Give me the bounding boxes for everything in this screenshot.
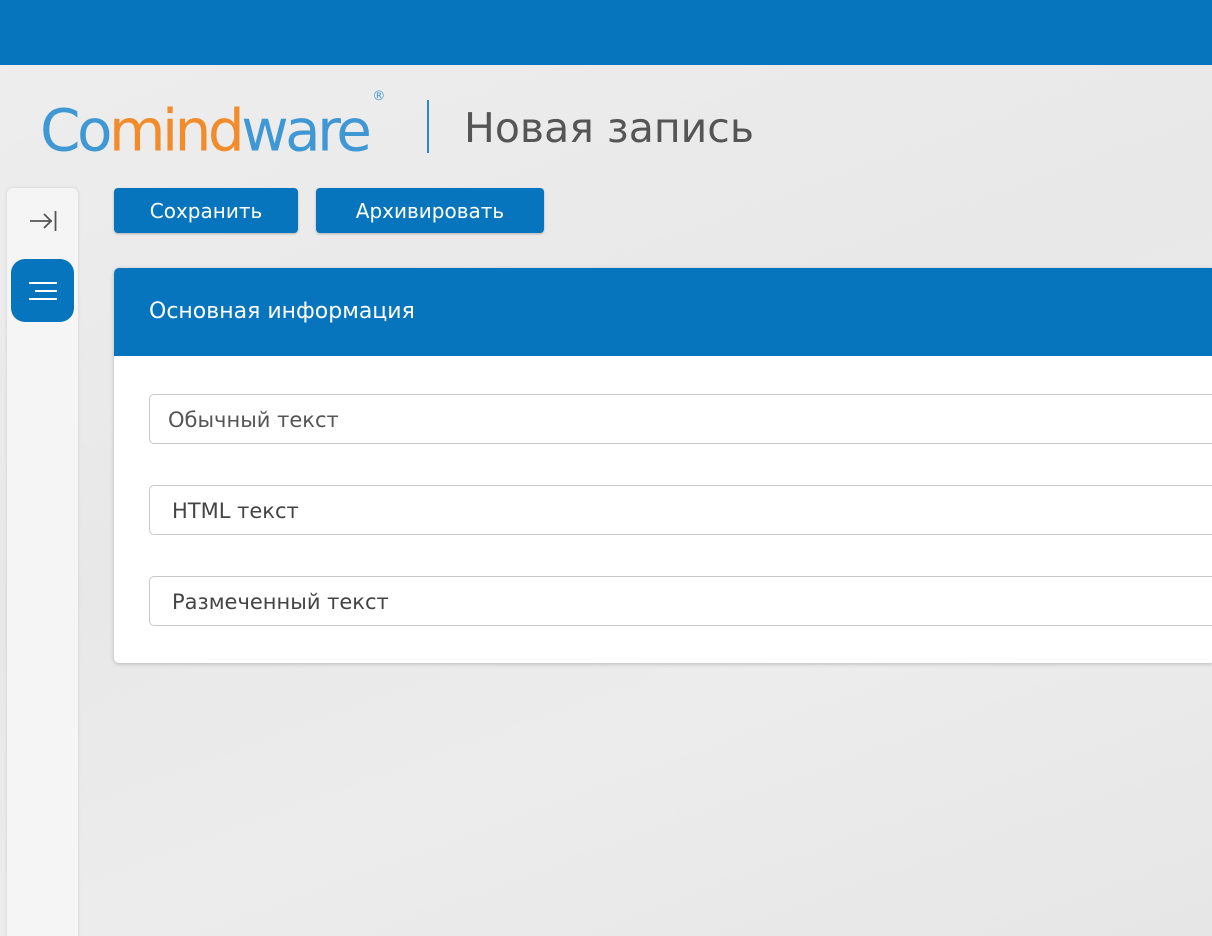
field-label: HTML текст: [172, 499, 299, 523]
sidebar-menu-button[interactable]: [11, 259, 74, 322]
html-text-field[interactable]: HTML текст: [149, 485, 1212, 535]
field-label: Размеченный текст: [172, 590, 389, 614]
comindware-logo[interactable]: Comindware ®: [40, 89, 385, 163]
header-divider: [427, 100, 429, 153]
arrow-right-to-bar-icon: [29, 211, 56, 231]
page-title: Новая запись: [464, 104, 754, 152]
sidebar-collapse-button[interactable]: [7, 188, 78, 254]
plain-text-field[interactable]: Обычный текст: [149, 394, 1212, 444]
section-title: Основная информация: [149, 299, 415, 324]
section-header[interactable]: Основная информация: [114, 268, 1212, 356]
save-button[interactable]: Сохранить: [114, 188, 298, 233]
sidebar: [7, 188, 78, 936]
hamburger-menu-icon: [28, 281, 57, 300]
top-bar: [0, 0, 1212, 65]
main-info-card: Основная информация Обычный текст HTML т…: [114, 268, 1212, 663]
registered-mark: ®: [372, 89, 386, 104]
field-label: Обычный текст: [168, 408, 339, 432]
markup-text-field[interactable]: Размеченный текст: [149, 576, 1212, 626]
logo-text-part1: Co: [40, 96, 112, 165]
logo-text-part3: ware: [241, 96, 372, 165]
archive-button[interactable]: Архивировать: [316, 188, 544, 233]
logo-text-part2: mind: [108, 96, 245, 165]
